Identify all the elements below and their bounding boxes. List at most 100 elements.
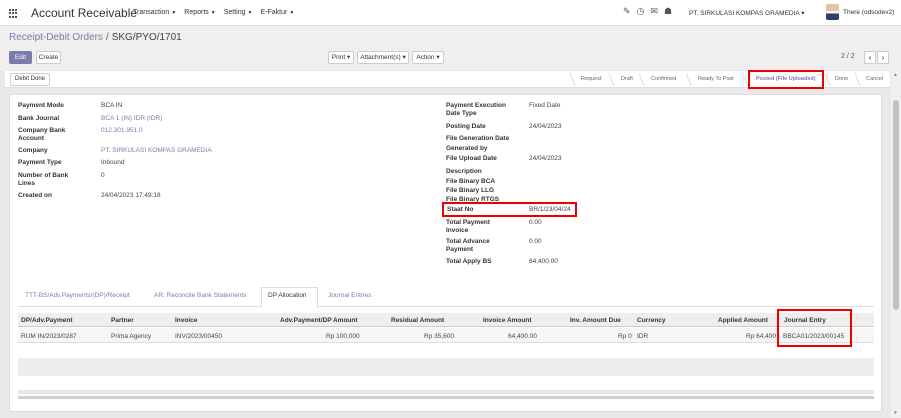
column-header[interactable]: Partner xyxy=(111,317,134,324)
breadcrumb-parent[interactable]: Receipt-Debit Orders xyxy=(9,32,103,43)
cell-dp-adv-payment: RUM IN/2023/0287 xyxy=(21,333,77,340)
field-created-on: 24/04/2023 17:49:18 xyxy=(101,192,161,199)
chevron-right-icon: › xyxy=(881,53,885,62)
scroll-down-icon[interactable]: ▼ xyxy=(893,410,898,416)
column-header[interactable]: Residual Amount xyxy=(391,317,444,324)
clock-icon[interactable]: ◷ xyxy=(637,6,645,16)
field-payment-mode[interactable]: BCA IN xyxy=(101,102,122,110)
highlight-box xyxy=(777,309,852,347)
highlight-box xyxy=(442,202,577,217)
table-empty-area xyxy=(18,358,874,376)
company-name: PT. SIRKULASI KOMPAS GRAMEDIA xyxy=(689,10,800,17)
column-header[interactable]: Inv. Amount Due xyxy=(570,317,621,324)
pager-value[interactable]: 2 / 2 xyxy=(841,53,855,60)
tab-dp-allocation[interactable]: DP Allocation xyxy=(268,292,307,299)
company-switcher[interactable]: PT. SIRKULASI KOMPAS GRAMEDIA ▾ xyxy=(689,9,805,17)
highlight-box xyxy=(748,70,824,89)
stage-cancel[interactable]: Cancel xyxy=(866,76,883,82)
menu-setting[interactable]: Setting ▼ xyxy=(224,9,253,16)
column-header[interactable]: DP/Adv.Payment xyxy=(21,317,73,324)
field-label: Total Apply BS xyxy=(446,258,492,265)
menu-reports[interactable]: Reports ▼ xyxy=(184,9,215,16)
cell-invoice-amount: 64,400.00 xyxy=(508,333,537,340)
chat-icon[interactable]: ✎ xyxy=(623,6,631,16)
caret-down-icon: ▼ xyxy=(289,10,295,16)
table-horizontal-scrollbar[interactable] xyxy=(18,396,874,399)
caret-down-icon: ▼ xyxy=(247,10,253,16)
menu-transaction-label: Transaction xyxy=(133,9,170,16)
field-label: Bank Journal xyxy=(18,115,60,122)
field-label: Payment Type xyxy=(18,159,62,166)
building-icon[interactable]: ☗ xyxy=(664,6,672,16)
menu-transaction[interactable]: Transaction ▼ xyxy=(133,9,176,16)
field-label: File Binary LLG xyxy=(446,187,495,194)
table-footer xyxy=(18,390,874,394)
print-button[interactable]: Print ▾ xyxy=(328,51,354,64)
attachments-button[interactable]: Attachment(s) ▾ xyxy=(357,51,409,64)
cell-currency: IDR xyxy=(637,333,649,340)
field-label: Posting Date xyxy=(446,123,486,130)
scroll-up-icon[interactable]: ▲ xyxy=(893,72,898,78)
notebook-tabs xyxy=(18,287,874,307)
tab-ttt-bs-adv-payments[interactable]: TTT-BS/Adv.Payments/(DP)/Receipt xyxy=(25,292,130,299)
cell-partner: Prima Agency xyxy=(111,333,152,340)
column-header[interactable]: Invoice xyxy=(175,317,197,324)
field-label: Payment Execution Date Type xyxy=(446,102,506,117)
field-number-of-bank-lines[interactable]: 0 xyxy=(101,172,105,180)
discuss-icon[interactable]: ✉ xyxy=(650,6,658,16)
attachments-label: Attachment(s) xyxy=(360,54,401,61)
field-total-payment-invoice: 0.00 xyxy=(529,219,542,226)
field-bank-journal[interactable]: BCA 1 (IN) IDR (IDR) xyxy=(101,115,162,123)
stage-done[interactable]: Done xyxy=(835,76,848,82)
field-payment-type[interactable]: Inbound xyxy=(101,159,125,167)
field-payment-execution-date-type[interactable]: Fixed Date xyxy=(529,102,560,110)
field-label: Number of Bank Lines xyxy=(18,172,69,187)
cell-residual-amount: Rp 35,600 xyxy=(424,333,454,340)
field-label: File Upload Date xyxy=(446,155,497,162)
field-label: Created on xyxy=(18,192,52,199)
action-label: Action xyxy=(416,54,435,61)
create-button[interactable]: Create xyxy=(36,51,61,64)
field-label: Total Advance Payment xyxy=(446,238,490,253)
column-header[interactable]: Applied Amount xyxy=(718,317,768,324)
menu-efaktur[interactable]: E-Faktur ▼ xyxy=(260,9,294,16)
pager-previous-button[interactable]: ‹ xyxy=(864,51,876,64)
field-label: File Binary BCA xyxy=(446,178,496,185)
column-header[interactable]: Adv.Payment/DP Amount xyxy=(280,317,358,324)
edit-button[interactable]: Edit xyxy=(9,51,32,64)
caret-down-icon: ▾ xyxy=(346,54,351,61)
cell-applied-amount: Rp 64,400 xyxy=(746,333,776,340)
breadcrumb-current: SKG/PYO/1701 xyxy=(111,32,182,43)
scrollbar-thumb[interactable] xyxy=(893,100,899,310)
tab-journal-entries[interactable]: Journal Entries xyxy=(328,292,371,299)
field-label: Payment Mode xyxy=(18,102,64,109)
field-file-upload-date[interactable]: 24/04/2023 xyxy=(529,155,562,163)
stage-confirmed[interactable]: Confirmed xyxy=(651,76,676,82)
tab-ar-reconcile-bank-statements[interactable]: AR: Reconcile Bank Statements xyxy=(154,292,247,299)
cell-invoice: INV/2023/00450 xyxy=(175,333,222,340)
action-button[interactable]: Action ▾ xyxy=(412,51,444,64)
menu-setting-label: Setting xyxy=(223,9,246,16)
caret-down-icon: ▼ xyxy=(210,10,216,16)
field-posting-date[interactable]: 24/04/2023 xyxy=(529,123,562,131)
stage-ready-to-post[interactable]: Ready To Post xyxy=(698,76,734,82)
field-total-advance-payment: 0.00 xyxy=(529,238,542,245)
pager-next-button[interactable]: › xyxy=(877,51,889,64)
column-header[interactable]: Invoice Amount xyxy=(483,317,532,324)
menu-efaktur-label: E-Faktur xyxy=(260,9,288,16)
stage-draft[interactable]: Draft xyxy=(621,76,633,82)
stage-request[interactable]: Request xyxy=(581,76,602,82)
caret-down-icon: ▾ xyxy=(436,54,440,61)
column-header[interactable]: Currency xyxy=(637,317,666,324)
menu-reports-label: Reports xyxy=(184,9,209,16)
field-label: Company xyxy=(18,147,48,154)
caret-down-icon: ▾ xyxy=(801,10,805,17)
apps-menu-icon[interactable] xyxy=(9,9,18,18)
user-menu[interactable]: There (odsodev2) xyxy=(843,9,894,16)
debit-done-button[interactable]: Debit Done xyxy=(10,73,50,86)
field-company-bank-account[interactable]: 012.301.951.0 xyxy=(101,127,143,135)
avatar[interactable] xyxy=(826,4,839,20)
app-title[interactable]: Account Receivable xyxy=(31,6,137,20)
field-company[interactable]: PT. SIRKULASI KOMPAS GRAMEDIA xyxy=(101,147,212,155)
chevron-left-icon: ‹ xyxy=(868,53,872,62)
